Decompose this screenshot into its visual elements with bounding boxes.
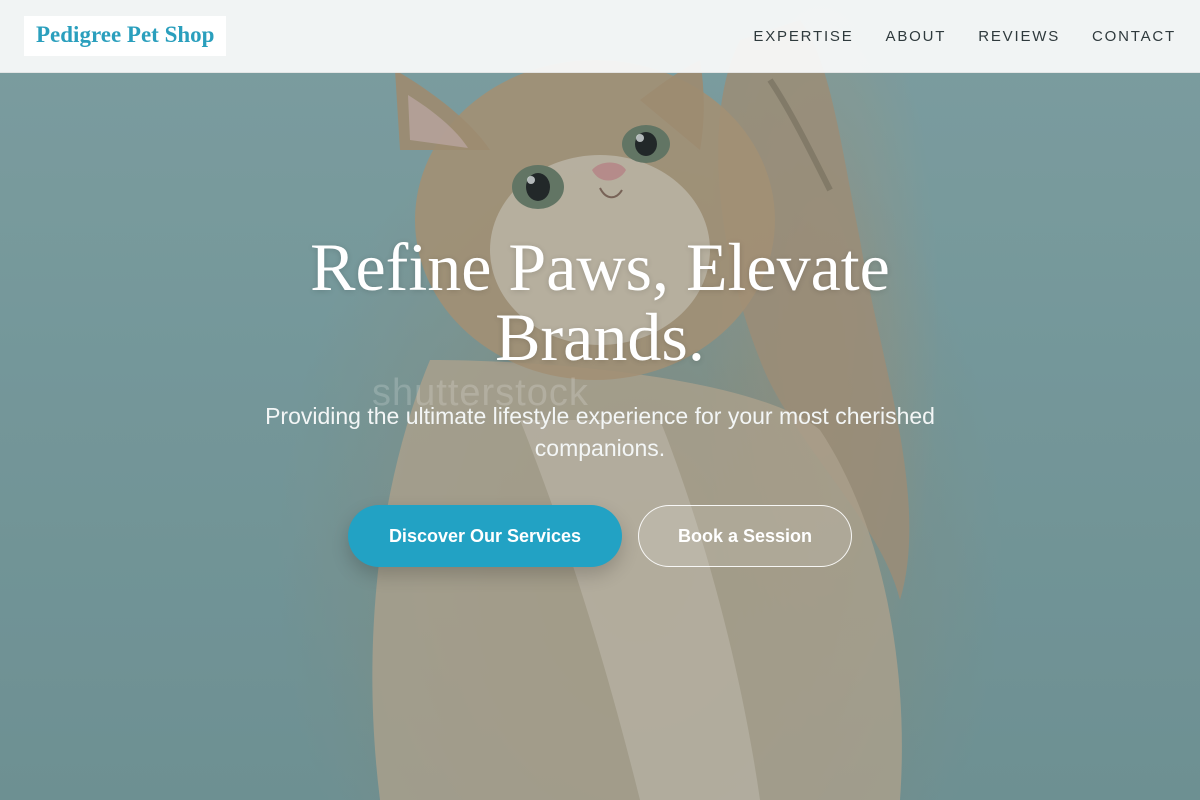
landing-page: shutterstock Pedigree Pet Shop EXPERTISE… bbox=[0, 0, 1200, 800]
nav-link-about[interactable]: ABOUT bbox=[886, 28, 947, 45]
book-session-button[interactable]: Book a Session bbox=[638, 505, 852, 567]
main-nav: EXPERTISE ABOUT REVIEWS CONTACT bbox=[753, 28, 1176, 45]
site-header: Pedigree Pet Shop EXPERTISE ABOUT REVIEW… bbox=[0, 0, 1200, 73]
brand-logo[interactable]: Pedigree Pet Shop bbox=[24, 16, 227, 56]
nav-link-contact[interactable]: CONTACT bbox=[1092, 28, 1176, 45]
nav-link-reviews[interactable]: REVIEWS bbox=[978, 28, 1060, 45]
hero-title: Refine Paws, Elevate Brands. bbox=[310, 229, 890, 375]
nav-link-expertise[interactable]: EXPERTISE bbox=[753, 28, 853, 45]
hero-subtitle: Providing the ultimate lifestyle experie… bbox=[265, 403, 935, 461]
hero-section: Refine Paws, Elevate Brands. Providing t… bbox=[0, 0, 1200, 800]
discover-services-button[interactable]: Discover Our Services bbox=[348, 505, 622, 567]
